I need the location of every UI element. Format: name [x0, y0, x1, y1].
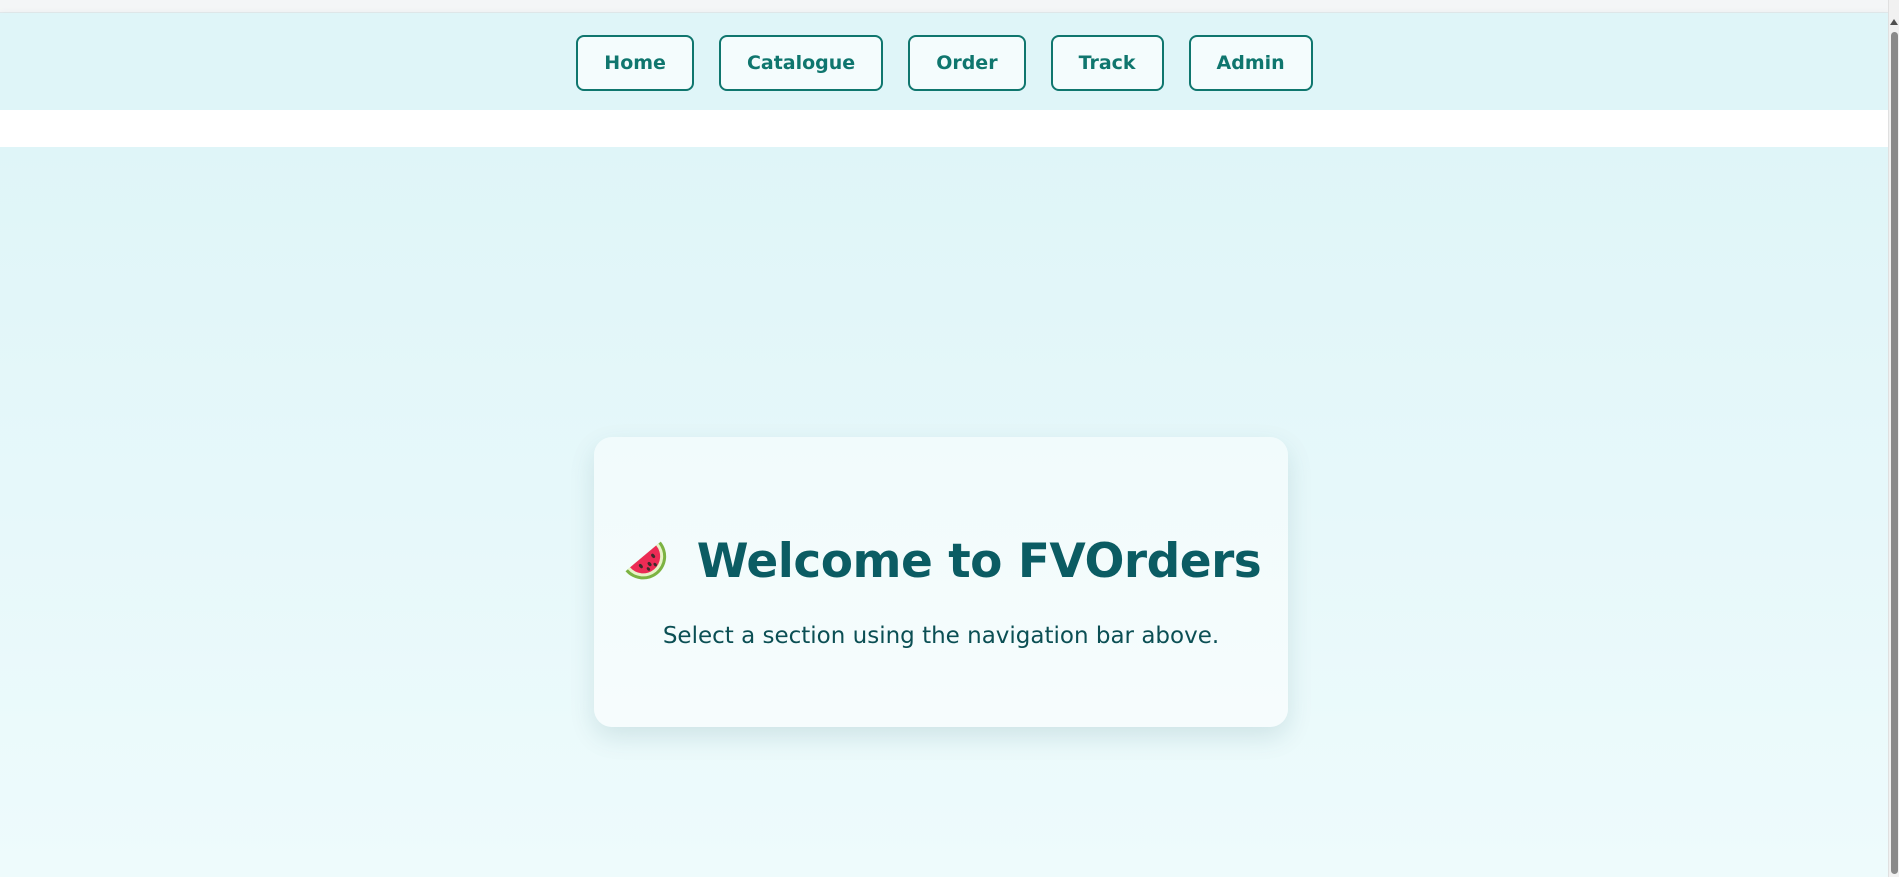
- nav-track-button[interactable]: Track: [1050, 34, 1164, 91]
- nav-order-button[interactable]: Order: [908, 34, 1026, 91]
- scroll-up-arrow-icon[interactable]: [1890, 19, 1898, 25]
- nav-home-button[interactable]: Home: [576, 34, 694, 91]
- welcome-title: Welcome to FVOrders: [696, 533, 1262, 589]
- welcome-card: Welcome to FVOrders Select a section usi…: [594, 437, 1288, 727]
- welcome-subtitle: Select a section using the navigation ba…: [662, 622, 1220, 649]
- navigation-bar: Home Catalogue Order Track Admin: [0, 13, 1889, 110]
- scrollbar-thumb[interactable]: [1891, 32, 1898, 874]
- main-content: Welcome to FVOrders Select a section usi…: [0, 147, 1889, 877]
- nav-catalogue-button[interactable]: Catalogue: [718, 34, 884, 91]
- watermelon-icon: [621, 535, 673, 587]
- welcome-title-row: Welcome to FVOrders: [621, 534, 1262, 589]
- header-spacer: [0, 110, 1889, 147]
- vertical-scrollbar[interactable]: [1888, 0, 1899, 877]
- nav-admin-button[interactable]: Admin: [1188, 34, 1313, 91]
- window-top-strip: [0, 0, 1889, 13]
